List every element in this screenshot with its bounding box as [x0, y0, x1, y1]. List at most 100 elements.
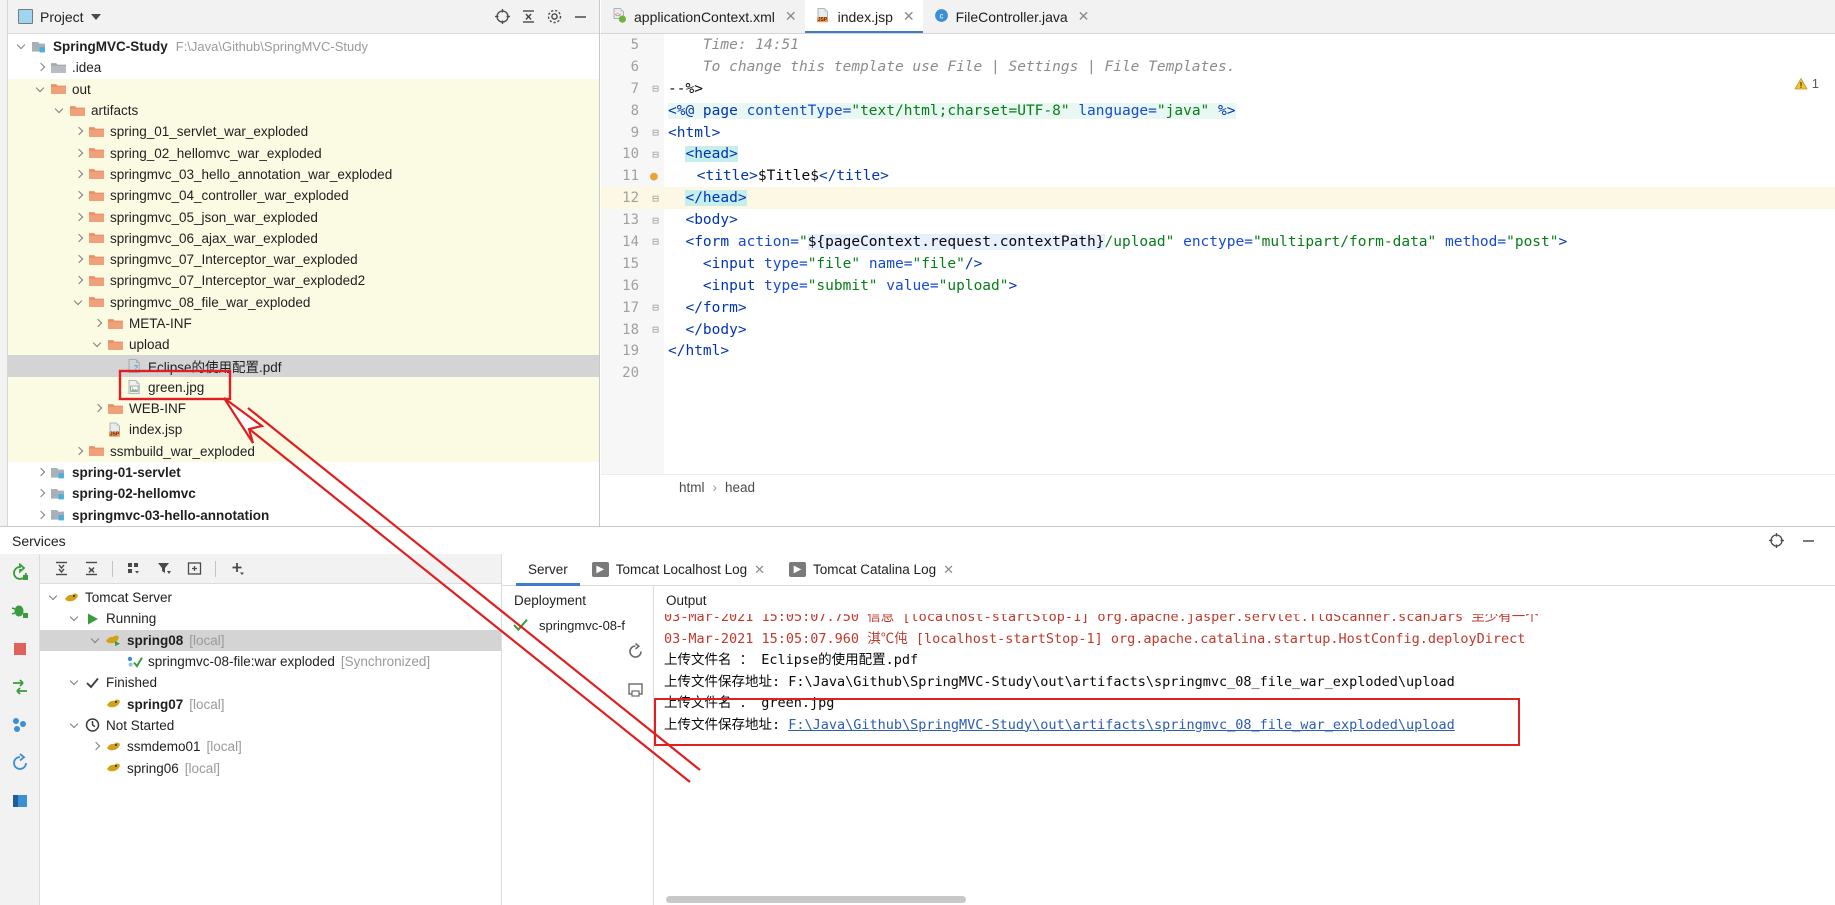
tree-row[interactable]: spring-01-servlet: [8, 462, 599, 483]
tree-row[interactable]: artifacts: [8, 100, 599, 121]
tree-row[interactable]: springmvc_08_file_war_exploded: [8, 292, 599, 313]
services-action-bar[interactable]: [0, 554, 40, 905]
services-tree-row[interactable]: spring06[local]: [40, 757, 501, 778]
chevron-down-icon[interactable]: [54, 104, 67, 117]
chevron-right-icon[interactable]: [73, 168, 86, 181]
chevron-down-icon[interactable]: [16, 40, 29, 53]
chevron-down-icon[interactable]: [90, 634, 103, 647]
expand-all-icon[interactable]: [48, 557, 74, 581]
services-tree-row[interactable]: Finished: [40, 672, 501, 693]
scrollbar-thumb[interactable]: [666, 896, 966, 903]
chevron-down-icon[interactable]: [69, 676, 82, 689]
chevron-right-icon[interactable]: [92, 317, 105, 330]
code-line[interactable]: 12⊟ </head>: [601, 187, 1835, 209]
tree-row[interactable]: upload: [8, 334, 599, 355]
chevron-right-icon[interactable]: [35, 487, 48, 500]
chevron-right-icon[interactable]: [90, 740, 103, 753]
code-line[interactable]: 5 Time: 14:51: [601, 34, 1835, 56]
code-editor[interactable]: 5 Time: 14:516 To change this template u…: [601, 34, 1835, 500]
tree-row[interactable]: spring_02_hellomvc_war_exploded: [8, 142, 599, 163]
code-line[interactable]: 15 <input type="file" name="file"/>: [601, 253, 1835, 275]
chevron-right-icon[interactable]: [73, 445, 86, 458]
chevron-right-icon[interactable]: [73, 147, 86, 160]
services-tree[interactable]: Tomcat ServerRunningspring08[local]sprin…: [40, 584, 501, 905]
code-line[interactable]: 8<%@ page contentType="text/html;charset…: [601, 100, 1835, 122]
add-icon[interactable]: [224, 557, 250, 581]
group-icon[interactable]: [121, 557, 147, 581]
code-line[interactable]: 19</html>: [601, 340, 1835, 362]
services-tab-bar[interactable]: Server▶Tomcat Localhost Log✕▶Tomcat Cata…: [502, 554, 1835, 586]
code-line[interactable]: 10⊟ <head>: [601, 143, 1835, 165]
code-line[interactable]: 9⊟<html>: [601, 122, 1835, 144]
output-horizontal-scrollbar[interactable]: [654, 895, 1835, 905]
tree-row[interactable]: ?Eclipse的使用配置.pdf: [8, 355, 599, 376]
code-lines[interactable]: 5 Time: 14:516 To change this template u…: [601, 34, 1835, 384]
tree-row[interactable]: WEB-INF: [8, 398, 599, 419]
code-line[interactable]: 16 <input type="submit" value="upload">: [601, 275, 1835, 297]
gear-icon[interactable]: [541, 4, 567, 30]
tree-row[interactable]: green.jpg: [8, 377, 599, 398]
fold-marker-icon[interactable]: ⊟: [647, 235, 664, 248]
tree-row[interactable]: JSPindex.jsp: [8, 419, 599, 440]
collapse-all-icon[interactable]: [515, 4, 541, 30]
fold-marker-icon[interactable]: ⊟: [647, 148, 664, 161]
close-icon[interactable]: ✕: [903, 8, 915, 25]
tree-row[interactable]: spring-02-hellomvc: [8, 483, 599, 504]
chevron-down-icon[interactable]: [69, 719, 82, 732]
chevron-right-icon[interactable]: [73, 274, 86, 287]
services-tree-row[interactable]: spring07[local]: [40, 693, 501, 714]
services-tree-row[interactable]: Not Started: [40, 715, 501, 736]
code-line[interactable]: 13⊟ <body>: [601, 209, 1835, 231]
chevron-right-icon[interactable]: [92, 402, 105, 415]
fold-marker-icon[interactable]: ⊟: [647, 82, 664, 95]
code-line[interactable]: 6 To change this template use File | Set…: [601, 56, 1835, 78]
minimize-icon[interactable]: [567, 4, 593, 30]
chevron-right-icon[interactable]: [73, 253, 86, 266]
breadcrumb-item[interactable]: html: [679, 480, 705, 495]
tree-row[interactable]: springmvc_04_controller_war_exploded: [8, 185, 599, 206]
update-icon[interactable]: [7, 712, 33, 738]
chevron-right-icon[interactable]: [35, 509, 48, 522]
chevron-right-icon[interactable]: [35, 466, 48, 479]
restart-icon[interactable]: [7, 750, 33, 776]
editor-tab-bar[interactable]: <>applicationContext.xml✕JSPindex.jsp✕cF…: [601, 0, 1835, 34]
services-tree-row[interactable]: ssmdemo01[local]: [40, 736, 501, 757]
output-log[interactable]: 03-Mar-2021 15:05:07.750 信息 [localhost-s…: [654, 614, 1835, 905]
tree-row[interactable]: SpringMVC-StudyF:\Java\Github\SpringMVC-…: [8, 36, 599, 57]
services-tab[interactable]: ▶Tomcat Catalina Log✕: [777, 554, 966, 586]
stop-icon[interactable]: [7, 636, 33, 662]
tree-row[interactable]: springmvc_03_hello_annotation_war_explod…: [8, 164, 599, 185]
chevron-down-icon[interactable]: [35, 83, 48, 96]
tree-row[interactable]: .idea: [8, 57, 599, 78]
chevron-right-icon[interactable]: [73, 211, 86, 224]
chevron-right-icon[interactable]: [73, 189, 86, 202]
tree-row[interactable]: ssmbuild_war_exploded: [8, 441, 599, 462]
services-tree-row[interactable]: Tomcat Server: [40, 587, 501, 608]
print-icon[interactable]: [626, 680, 645, 702]
output-side-actions[interactable]: [618, 618, 652, 702]
services-tab[interactable]: ▶Tomcat Localhost Log✕: [580, 554, 777, 586]
code-line[interactable]: 18⊟ </body>: [601, 319, 1835, 341]
code-line[interactable]: 14⊟ <form action="${pageContext.request.…: [601, 231, 1835, 253]
chevron-down-icon[interactable]: [73, 296, 86, 309]
rerun-icon[interactable]: [7, 560, 33, 586]
fold-marker-icon[interactable]: ⊟: [647, 214, 664, 227]
services-toolbar[interactable]: [40, 554, 501, 584]
services-tab[interactable]: Server: [516, 554, 580, 586]
editor-tab[interactable]: <>applicationContext.xml✕: [601, 0, 805, 33]
warning-badge[interactable]: 1: [1794, 76, 1819, 91]
chevron-down-icon[interactable]: [92, 338, 105, 351]
gear-icon[interactable]: [1768, 532, 1785, 552]
tree-row[interactable]: springmvc_07_Interceptor_war_exploded: [8, 249, 599, 270]
layout-icon[interactable]: [7, 788, 33, 814]
intention-bulb-icon[interactable]: ●: [650, 169, 658, 184]
chevron-down-icon[interactable]: [69, 612, 82, 625]
chevron-down-icon[interactable]: [91, 14, 101, 20]
tree-row[interactable]: spring_01_servlet_war_exploded: [8, 121, 599, 142]
services-tree-row[interactable]: Running: [40, 608, 501, 629]
tree-row[interactable]: out: [8, 79, 599, 100]
services-tree-row[interactable]: springmvc-08-file:war exploded[Synchroni…: [40, 651, 501, 672]
tree-row[interactable]: springmvc_06_ajax_war_exploded: [8, 228, 599, 249]
tree-row[interactable]: springmvc_07_Interceptor_war_exploded2: [8, 270, 599, 291]
redeploy-icon[interactable]: [7, 674, 33, 700]
